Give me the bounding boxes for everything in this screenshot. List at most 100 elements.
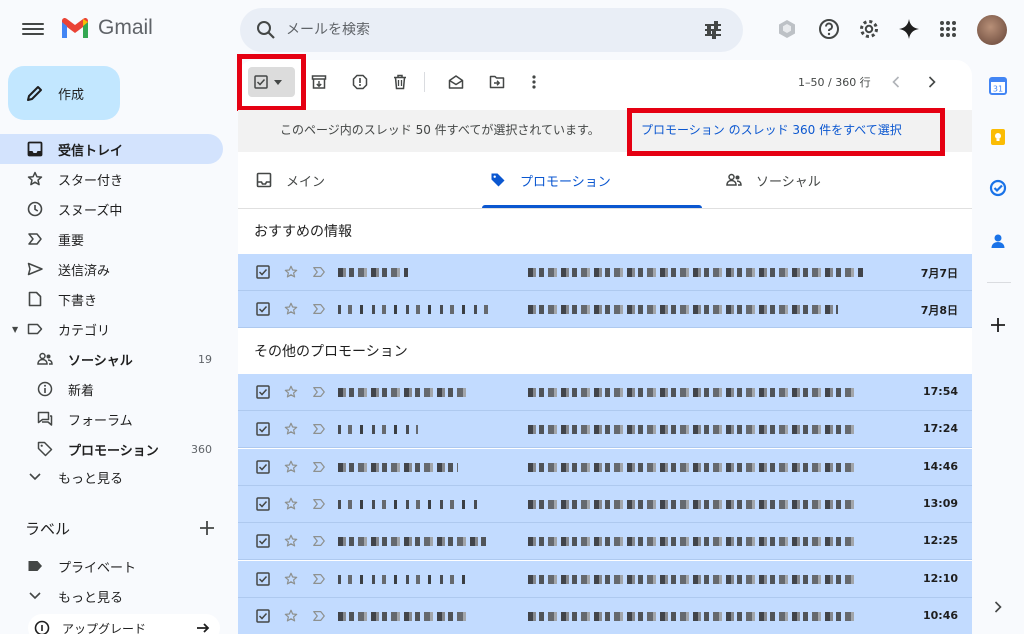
compose-button[interactable]: 作成 [8, 66, 120, 120]
row-checkbox-checked-icon[interactable] [256, 609, 270, 623]
sidebar-label-private[interactable]: プライベート [0, 551, 223, 581]
sidebar-item-label: 受信トレイ [58, 143, 124, 159]
settings-gear-icon[interactable] [856, 16, 882, 42]
sidebar-item-snoozed[interactable]: スヌーズ中 [0, 194, 223, 224]
sidebar-item-inbox[interactable]: 受信トレイ [0, 134, 223, 164]
sidebar-category-forums[interactable]: フォーラム [0, 404, 223, 434]
sidebar-category-updates[interactable]: 新着 [0, 374, 223, 404]
row-checkbox-checked-icon[interactable] [256, 302, 270, 316]
row-checkbox-checked-icon[interactable] [256, 385, 270, 399]
star-icon[interactable] [284, 302, 298, 316]
archive-icon [311, 75, 327, 89]
subject-redacted [528, 388, 858, 397]
sidebar-category-promotions[interactable]: プロモーション 360 [0, 434, 223, 464]
importance-marker-icon[interactable] [312, 534, 326, 548]
email-row[interactable]: 12:25 [238, 523, 972, 561]
archive-button[interactable] [305, 68, 333, 96]
row-checkbox-checked-icon[interactable] [256, 265, 270, 279]
next-page-button[interactable] [918, 68, 946, 96]
star-icon[interactable] [284, 572, 298, 586]
gmail-logo[interactable]: Gmail [60, 16, 153, 40]
star-icon[interactable] [284, 265, 298, 279]
search-bar[interactable] [240, 8, 743, 52]
upgrade-button[interactable]: アップグレード [28, 614, 220, 634]
importance-marker-icon[interactable] [312, 460, 326, 474]
row-checkbox-checked-icon[interactable] [256, 497, 270, 511]
mark-as-read-button[interactable] [442, 68, 470, 96]
open-envelope-icon [448, 75, 464, 89]
chevron-right-icon [928, 76, 936, 88]
email-row[interactable]: 7月8日 [238, 291, 972, 328]
subject-redacted [528, 305, 838, 314]
email-row[interactable]: 10:46 [238, 597, 972, 634]
star-icon [24, 171, 46, 187]
contacts-icon[interactable] [985, 228, 1011, 254]
star-icon[interactable] [284, 497, 298, 511]
importance-marker-icon[interactable] [312, 609, 326, 623]
gemini-sparkle-icon[interactable] [896, 16, 922, 42]
tab-promotions[interactable]: プロモーション [490, 152, 611, 208]
expand-side-panel-button[interactable] [985, 594, 1011, 620]
apps-grid-icon[interactable] [935, 16, 961, 42]
main-menu-button[interactable] [22, 20, 44, 38]
email-row[interactable]: 17:54 [238, 374, 972, 411]
add-label-button[interactable] [196, 517, 218, 539]
sidebar-more-labels[interactable]: もっと見る [0, 581, 223, 611]
svg-text:31: 31 [993, 85, 1003, 94]
search-icon[interactable] [246, 20, 286, 40]
email-date: 17:24 [922, 422, 958, 436]
star-icon[interactable] [284, 609, 298, 623]
move-to-button[interactable] [483, 68, 511, 96]
previous-page-button[interactable] [882, 68, 910, 96]
get-addons-button[interactable] [985, 312, 1011, 338]
caret-down-icon [274, 79, 282, 85]
support-status-icon[interactable] [774, 16, 800, 42]
help-icon[interactable] [816, 16, 842, 42]
report-spam-button[interactable] [346, 68, 374, 96]
account-avatar[interactable] [977, 15, 1007, 45]
sidebar-item-drafts[interactable]: 下書き [0, 284, 223, 314]
tab-primary[interactable]: メイン [256, 152, 325, 208]
email-row[interactable]: 7月7日 [238, 254, 972, 291]
sidebar-category-social[interactable]: ソーシャル 19 [0, 344, 223, 374]
importance-marker-icon[interactable] [312, 302, 326, 316]
more-actions-button[interactable] [520, 68, 548, 96]
importance-marker-icon[interactable] [312, 265, 326, 279]
email-row[interactable]: 14:46 [238, 448, 972, 486]
row-checkbox-checked-icon[interactable] [256, 534, 270, 548]
sidebar-item-sent[interactable]: 送信済み [0, 254, 223, 284]
sidebar-more-categories[interactable]: もっと見る [0, 462, 223, 492]
email-row[interactable]: 17:24 [238, 411, 972, 449]
sidebar-item-starred[interactable]: スター付き [0, 164, 223, 194]
checkbox-checked-icon [254, 75, 268, 89]
row-checkbox-checked-icon[interactable] [256, 422, 270, 437]
importance-marker-icon[interactable] [312, 497, 326, 511]
select-all-checkbox[interactable] [248, 67, 295, 97]
tasks-icon[interactable] [985, 175, 1011, 201]
star-icon[interactable] [284, 385, 298, 399]
importance-marker-icon[interactable] [312, 422, 326, 436]
sidebar-item-important[interactable]: 重要 [0, 224, 223, 254]
star-icon[interactable] [284, 460, 298, 474]
importance-marker-icon[interactable] [312, 385, 326, 399]
keep-icon[interactable] [985, 124, 1011, 150]
select-all-conversations-link[interactable]: プロモーション のスレッド 360 件をすべて選択 [641, 121, 902, 138]
star-icon[interactable] [284, 534, 298, 548]
email-row[interactable]: 13:09 [238, 485, 972, 523]
star-icon[interactable] [284, 422, 298, 436]
row-checkbox-checked-icon[interactable] [256, 571, 270, 586]
sidebar-item-categories[interactable]: ▼ カテゴリ [0, 314, 223, 344]
row-checkbox-checked-icon[interactable] [256, 459, 270, 474]
calendar-icon[interactable]: 31 [985, 73, 1011, 99]
sender-redacted [338, 537, 488, 547]
tab-social[interactable]: ソーシャル [726, 152, 821, 208]
search-options-icon[interactable] [693, 21, 733, 39]
tab-label: メイン [286, 174, 326, 190]
delete-button[interactable] [386, 68, 414, 96]
toolbar-divider [424, 72, 425, 92]
gmail-m-icon [62, 17, 88, 38]
search-input[interactable] [286, 22, 693, 38]
email-row[interactable]: 12:10 [238, 560, 972, 598]
people-icon [34, 352, 56, 366]
importance-marker-icon[interactable] [312, 572, 326, 586]
